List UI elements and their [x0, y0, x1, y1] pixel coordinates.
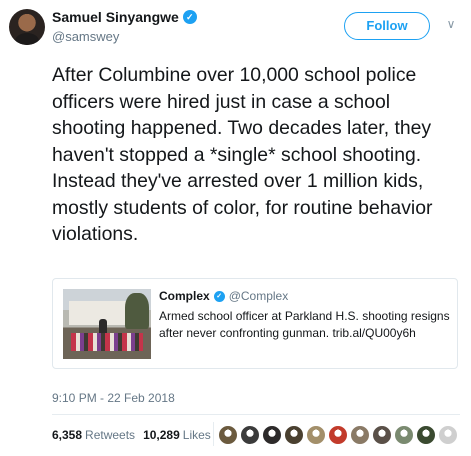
liker-avatar-10[interactable] — [416, 425, 436, 445]
stats-separator — [213, 422, 214, 446]
quoted-author-handle[interactable]: @Complex — [229, 289, 289, 303]
tweet-header: Samuel Sinyangwe ✓ @samswey Follow ∨ — [0, 0, 471, 52]
author-name-row: Samuel Sinyangwe ✓ — [52, 9, 197, 25]
image-memorial-flowers — [71, 333, 143, 351]
author-name[interactable]: Samuel Sinyangwe — [52, 9, 179, 25]
retweets-count[interactable]: 6,358 — [52, 428, 82, 442]
liker-avatar-2[interactable] — [240, 425, 260, 445]
tweet-timestamp[interactable]: 9:10 PM - 22 Feb 2018 — [52, 391, 175, 405]
likes-count[interactable]: 10,289 — [143, 428, 180, 442]
chevron-down-icon[interactable]: ∨ — [441, 14, 461, 34]
quoted-tweet-body: Complex ✓ @Complex Armed school officer … — [159, 289, 451, 342]
verified-icon: ✓ — [182, 10, 197, 24]
author-avatar[interactable] — [9, 9, 45, 45]
quoted-verified-icon: ✓ — [213, 290, 225, 302]
liker-avatar-8[interactable] — [372, 425, 392, 445]
quoted-tweet-text: Armed school officer at Parkland H.S. sh… — [159, 309, 450, 340]
author-handle[interactable]: @samswey — [52, 29, 119, 44]
image-building — [69, 301, 127, 325]
quoted-tweet-image[interactable] — [63, 289, 151, 359]
liker-avatar-5[interactable] — [306, 425, 326, 445]
quoted-tweet-header: Complex ✓ @Complex — [159, 289, 451, 303]
liker-avatar-1[interactable] — [218, 425, 238, 445]
follow-button[interactable]: Follow — [344, 12, 430, 40]
liker-avatar-6[interactable] — [328, 425, 348, 445]
stats-divider — [52, 414, 460, 415]
liker-avatar-9[interactable] — [394, 425, 414, 445]
liker-avatar-4[interactable] — [284, 425, 304, 445]
likes-label[interactable]: Likes — [183, 428, 211, 442]
quoted-author-name[interactable]: Complex — [159, 289, 210, 303]
liker-avatar-3[interactable] — [262, 425, 282, 445]
quoted-tweet-card[interactable]: Complex ✓ @Complex Armed school officer … — [52, 278, 458, 369]
image-tree — [125, 293, 149, 329]
liker-avatars — [218, 425, 458, 445]
tweet-stats: 6,358 Retweets 10,289 Likes — [52, 428, 211, 442]
tweet-text: After Columbine over 10,000 school polic… — [52, 64, 433, 245]
liker-avatar-7[interactable] — [350, 425, 370, 445]
retweets-label[interactable]: Retweets — [85, 428, 135, 442]
liker-avatar-11[interactable] — [438, 425, 458, 445]
